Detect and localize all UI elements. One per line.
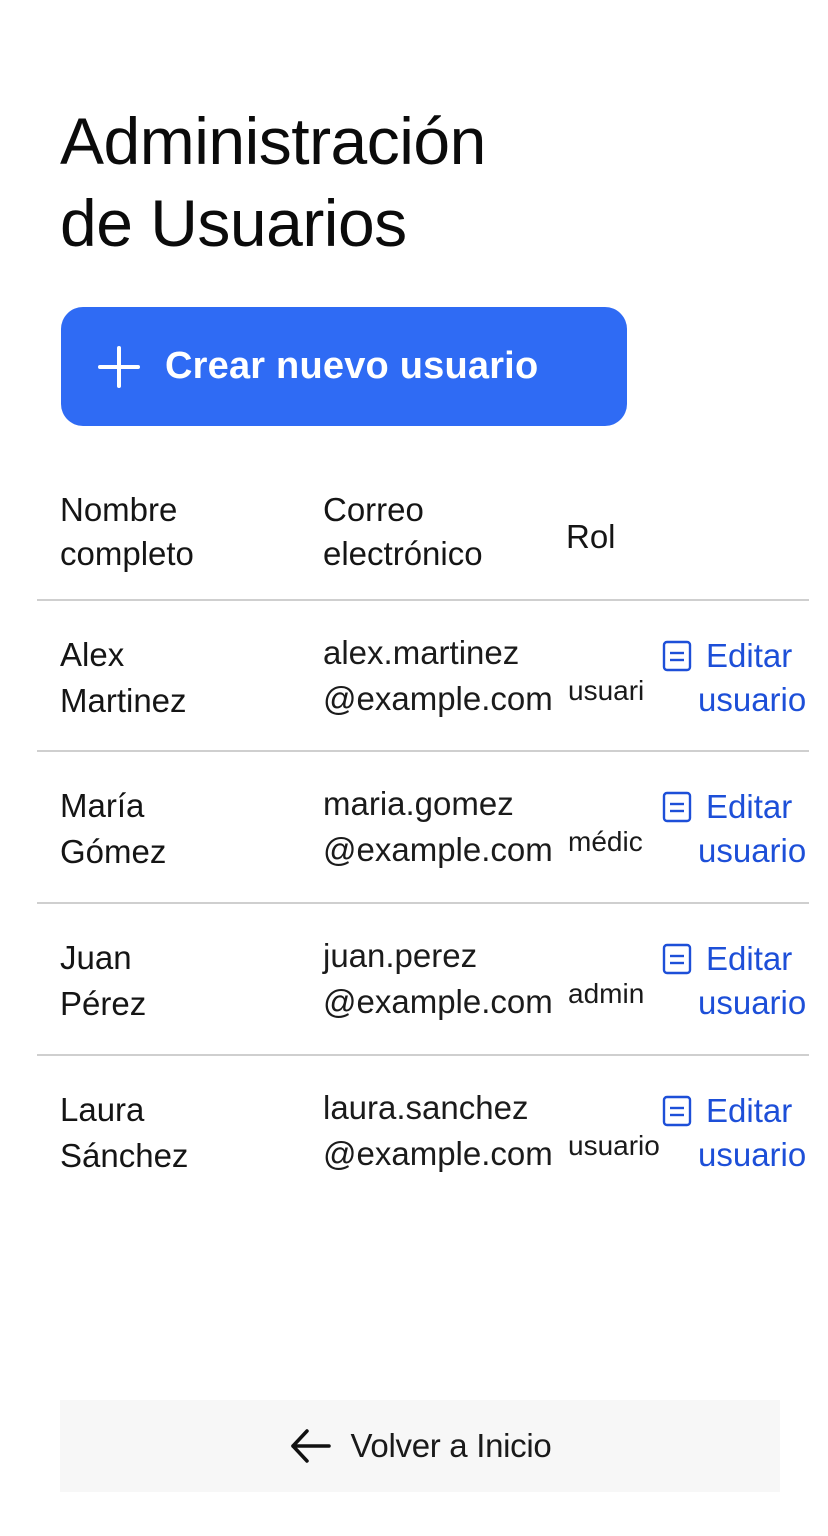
user-email-cell: maria.gomez @example.com [323,781,568,873]
back-to-home-label: Volver a Inicio [350,1427,552,1464]
column-header-role: Rol [566,518,616,555]
user-first-name: María [60,787,145,824]
edit-user-label-line1: Editar [706,1092,793,1129]
column-header-name: Nombre completo [60,488,300,576]
column-header-email: Correo electrónico [323,488,563,576]
edit-user-label-line1: Editar [706,637,793,674]
row-divider [37,750,809,752]
edit-user-label-line2: usuario [698,681,807,718]
document-icon [662,791,692,823]
user-email-local: alex.martinez [323,634,520,671]
row-divider [37,902,809,904]
create-user-button[interactable]: Crear nuevo usuario [61,307,627,426]
table-header: Nombre completo Correo electrónico Rol [0,485,828,585]
edit-user-label-line1: Editar [706,788,793,825]
table-row: Alex Martinez alex.martinez @example.com… [0,602,828,752]
user-email-domain: @example.com [323,1135,553,1172]
edit-user-link[interactable]: Editar usuario [662,937,822,1025]
column-header-name-line2: completo [60,535,194,572]
table-row: Laura Sánchez laura.sanchez @example.com… [0,1057,828,1207]
table-row: María Gómez maria.gomez @example.com méd… [0,753,828,903]
user-name-cell: María Gómez [60,783,310,875]
column-header-email-line1: Correo [323,491,424,528]
user-last-name: Gómez [60,833,167,870]
edit-user-link[interactable]: Editar usuario [662,785,822,873]
back-to-home-button[interactable]: Volver a Inicio [60,1400,780,1492]
page-title-line1: Administración [60,104,486,178]
edit-user-label-line1: Editar [706,940,793,977]
table-row: Juan Pérez juan.perez @example.com admin… [0,905,828,1055]
user-email-local: laura.sanchez [323,1089,529,1126]
row-divider [37,599,809,601]
create-user-label: Crear nuevo usuario [165,345,539,387]
user-name-cell: Alex Martinez [60,632,310,724]
edit-user-link[interactable]: Editar usuario [662,1089,822,1177]
row-divider [37,1054,809,1056]
page-title-line2: de Usuarios [60,186,407,260]
user-email-local: maria.gomez [323,785,514,822]
user-email-local: juan.perez [323,937,478,974]
user-email-cell: alex.martinez @example.com [323,630,568,722]
column-header-email-line2: electrónico [323,535,483,572]
document-icon [662,943,692,975]
user-name-cell: Juan Pérez [60,935,310,1027]
user-email-cell: laura.sanchez @example.com [323,1085,568,1177]
user-email-cell: juan.perez @example.com [323,933,568,1025]
user-email-domain: @example.com [323,983,553,1020]
edit-user-label-line2: usuario [698,832,807,869]
user-email-domain: @example.com [323,680,553,717]
column-header-name-line1: Nombre [60,491,178,528]
user-last-name: Pérez [60,985,147,1022]
user-last-name: Sánchez [60,1137,189,1174]
edit-user-label-line2: usuario [698,984,807,1021]
document-icon [662,1095,692,1127]
user-first-name: Juan [60,939,132,976]
user-last-name: Martinez [60,682,187,719]
user-first-name: Alex [60,636,125,673]
edit-user-label-line2: usuario [698,1136,807,1173]
plus-icon [98,345,140,388]
document-icon [662,640,692,672]
user-name-cell: Laura Sánchez [60,1087,310,1179]
user-first-name: Laura [60,1091,145,1128]
arrow-left-icon [290,1429,331,1463]
user-email-domain: @example.com [323,831,553,868]
edit-user-link[interactable]: Editar usuario [662,634,822,722]
page-title: Administración de Usuarios [60,100,620,264]
